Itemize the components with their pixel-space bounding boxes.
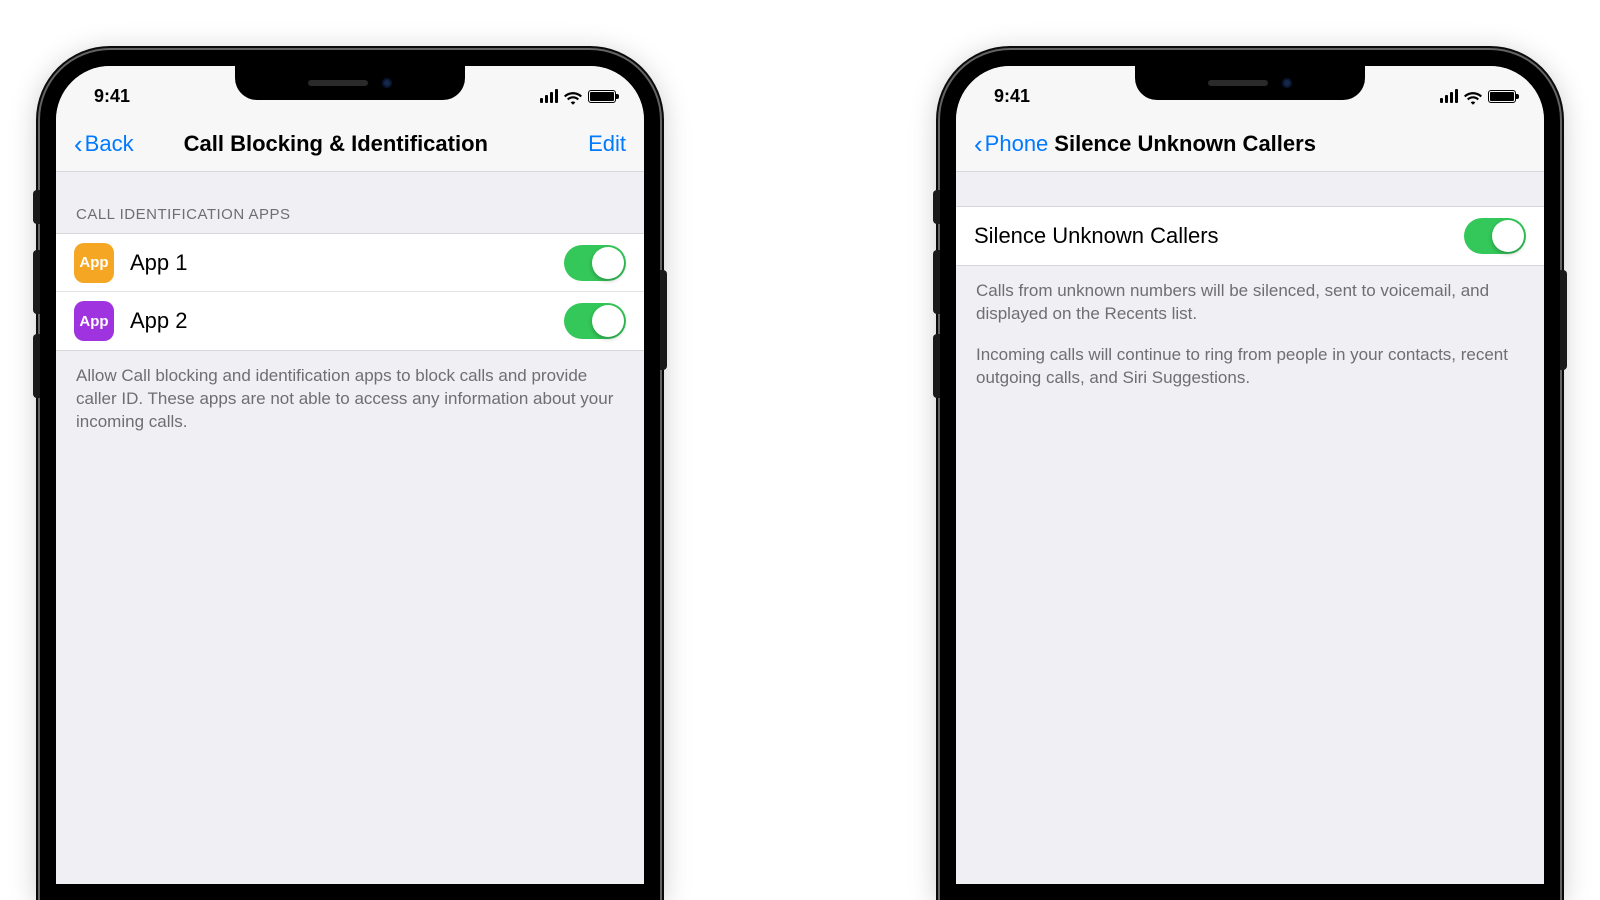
toggle-silence-unknown[interactable] bbox=[1464, 218, 1526, 254]
toggle-app1[interactable] bbox=[564, 245, 626, 281]
settings-list: Silence Unknown Callers bbox=[956, 206, 1544, 266]
cellular-icon bbox=[1440, 89, 1458, 103]
status-indicators bbox=[540, 89, 616, 103]
nav-title: Call Blocking & Identification bbox=[94, 131, 578, 157]
edit-button[interactable]: Edit bbox=[578, 131, 626, 157]
app-name: App 1 bbox=[130, 250, 548, 276]
section-footer: Allow Call blocking and identification a… bbox=[56, 351, 644, 434]
list-item-app1: App App 1 bbox=[56, 234, 644, 292]
nav-bar: ‹ Phone Silence Unknown Callers bbox=[956, 116, 1544, 172]
section-header: CALL IDENTIFICATION APPS bbox=[56, 172, 644, 233]
app-name: App 2 bbox=[130, 308, 548, 334]
list-item-app2: App App 2 bbox=[56, 292, 644, 350]
app-icon: App bbox=[74, 301, 114, 341]
phone-right-screen: 9:41 ‹ Phone Silence Unknown Callers bbox=[956, 66, 1544, 884]
wifi-icon bbox=[1464, 89, 1482, 103]
section-footer: Calls from unknown numbers will be silen… bbox=[956, 266, 1544, 390]
nav-title: Silence Unknown Callers bbox=[1048, 131, 1478, 157]
wifi-icon bbox=[564, 89, 582, 103]
toggle-app2[interactable] bbox=[564, 303, 626, 339]
notch bbox=[235, 66, 465, 100]
app-list: App App 1 App App 2 bbox=[56, 233, 644, 351]
phone-left-frame: 9:41 ‹ Back Call Blocking & Identificati… bbox=[40, 50, 660, 900]
content-area: Silence Unknown Callers Calls from unkno… bbox=[956, 172, 1544, 884]
nav-bar: ‹ Back Call Blocking & Identification Ed… bbox=[56, 116, 644, 172]
notch bbox=[1135, 66, 1365, 100]
row-label: Silence Unknown Callers bbox=[974, 223, 1448, 249]
list-item-silence: Silence Unknown Callers bbox=[956, 207, 1544, 265]
battery-icon bbox=[588, 90, 616, 103]
back-label: Phone bbox=[985, 131, 1049, 157]
battery-icon bbox=[1488, 90, 1516, 103]
back-button[interactable]: ‹ Phone bbox=[974, 131, 1048, 157]
content-area: CALL IDENTIFICATION APPS App App 1 App A… bbox=[56, 172, 644, 884]
app-icon: App bbox=[74, 243, 114, 283]
status-time: 9:41 bbox=[994, 86, 1030, 107]
phone-left-screen: 9:41 ‹ Back Call Blocking & Identificati… bbox=[56, 66, 644, 884]
phone-right-frame: 9:41 ‹ Phone Silence Unknown Callers bbox=[940, 50, 1560, 900]
status-indicators bbox=[1440, 89, 1516, 103]
cellular-icon bbox=[540, 89, 558, 103]
status-time: 9:41 bbox=[94, 86, 130, 107]
